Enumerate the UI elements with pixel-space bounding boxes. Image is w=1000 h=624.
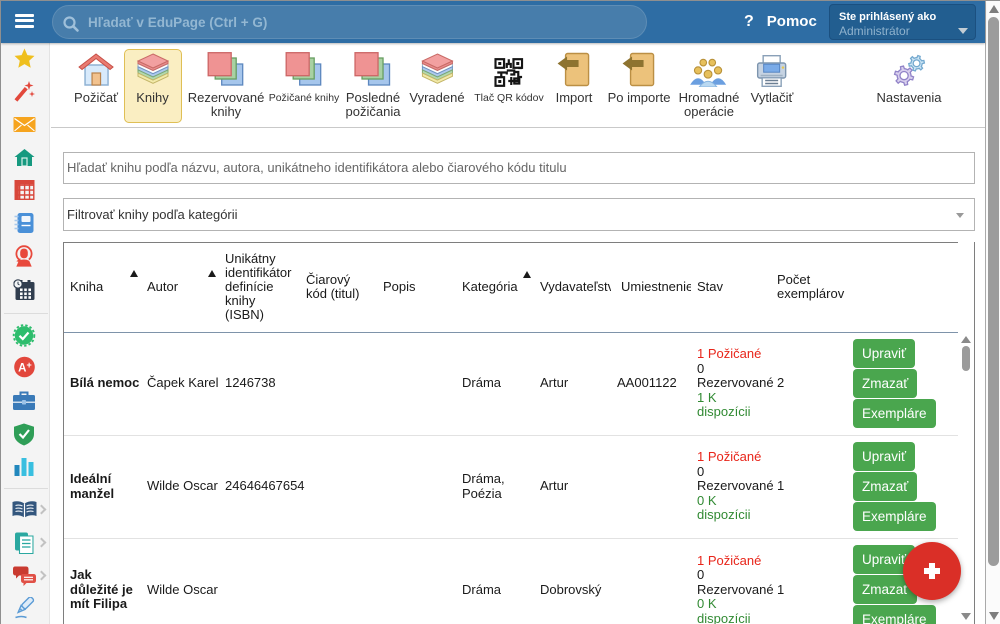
svg-text:+: +	[26, 360, 31, 370]
svg-text:A: A	[18, 363, 26, 375]
